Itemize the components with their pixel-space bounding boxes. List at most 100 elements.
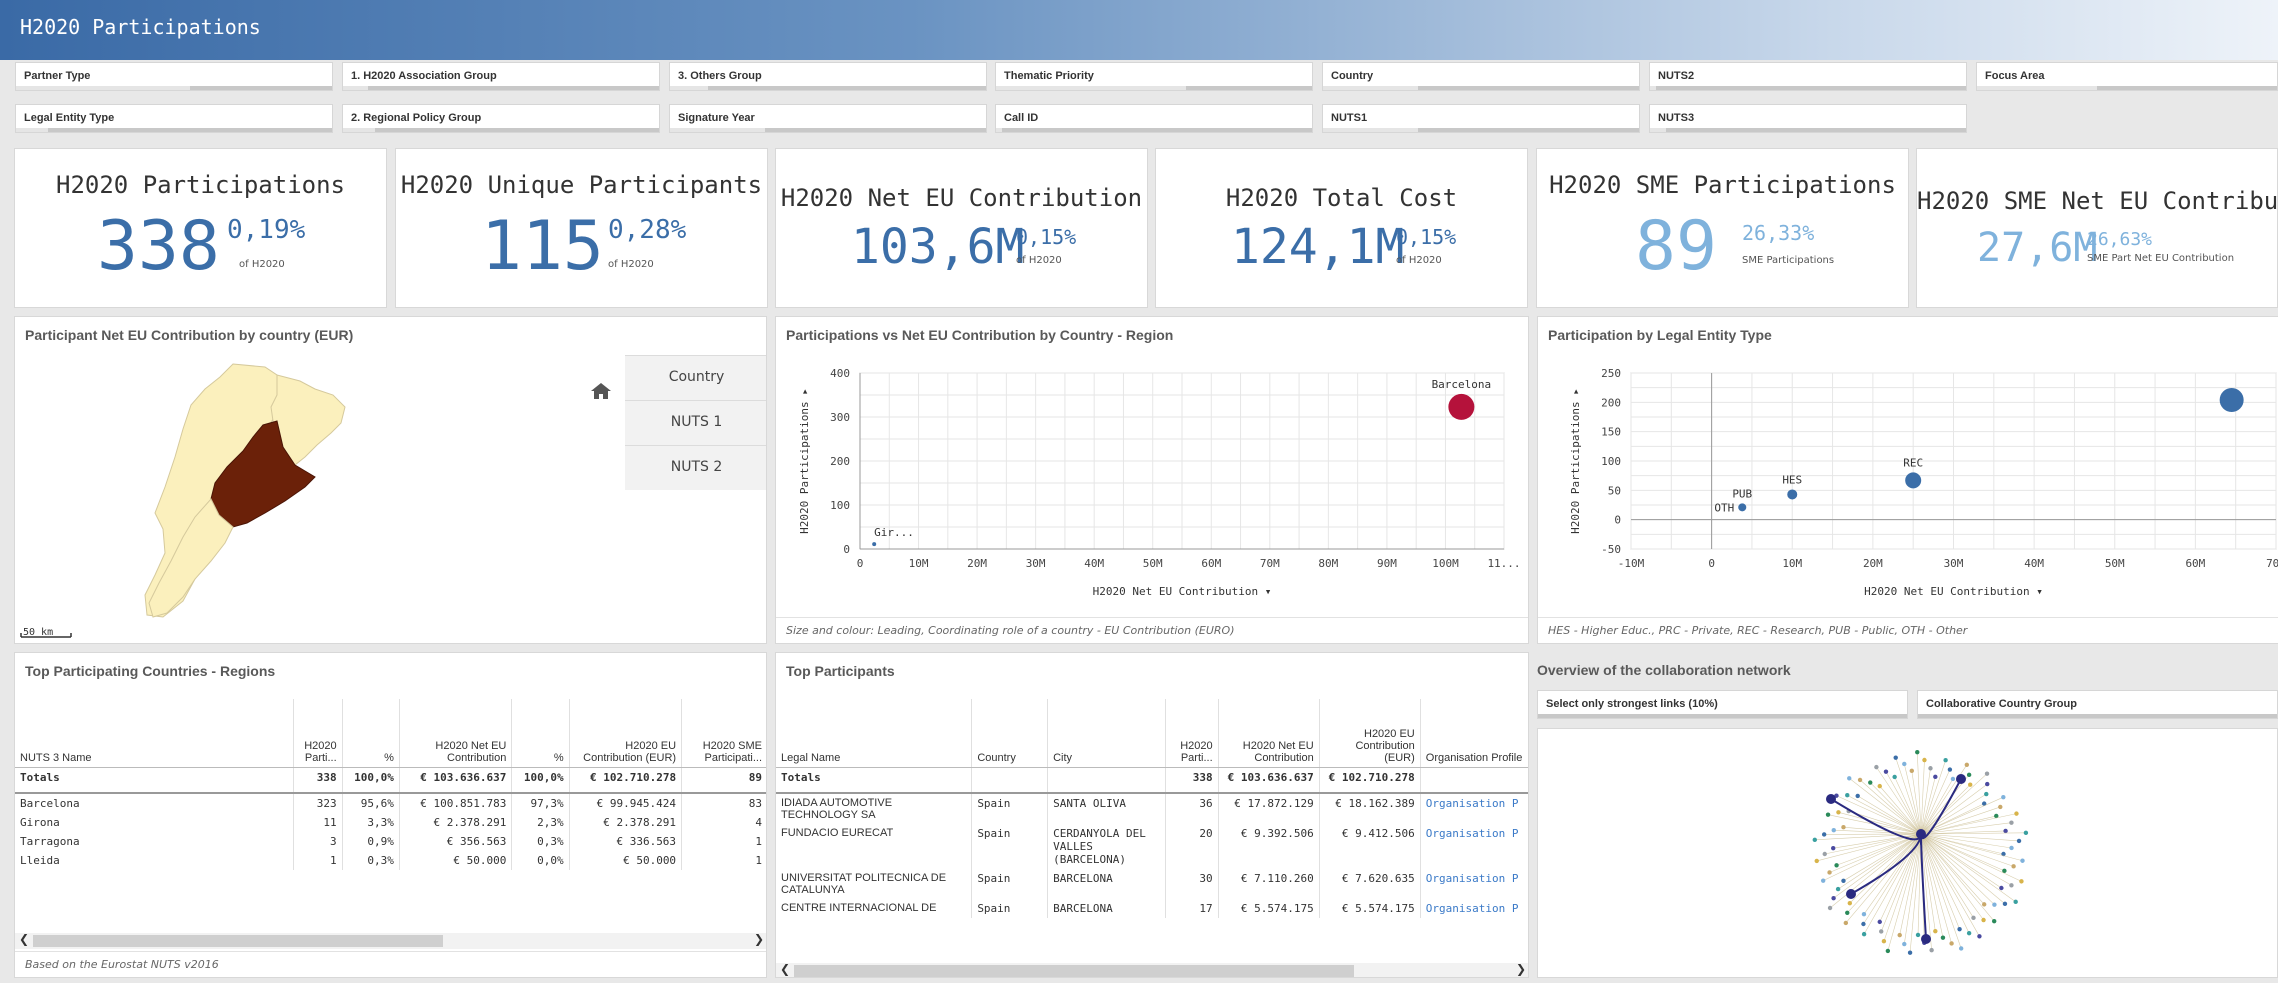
filter-signature-year[interactable]: Signature Year [669, 104, 987, 133]
network-node [1992, 902, 1996, 906]
strongest-links-filter[interactable]: Select only strongest links (10%) [1537, 690, 1908, 719]
filter-thematic-priority[interactable]: Thematic Priority [995, 62, 1313, 91]
scroll-left-icon[interactable]: ❮ [780, 962, 790, 976]
kpi-card-h2020-sme-net-eu-contribution: H2020 SME Net EU Contribution27,6M26,63%… [1916, 148, 2278, 308]
horizontal-scrollbar[interactable]: ❮ ❯ [776, 963, 1529, 978]
network-node [1868, 780, 1872, 784]
x-tick-label: 70M [1260, 557, 1280, 570]
map-level-nuts-1[interactable]: NUTS 1 [625, 400, 767, 445]
table-cell: 3 [293, 832, 342, 851]
table-cell: € 356.563 [399, 832, 511, 851]
collab-country-group-filter[interactable]: Collaborative Country Group [1917, 690, 2278, 719]
data-point [1448, 394, 1474, 420]
organisation-profile-link[interactable]: Organisation P [1420, 793, 1529, 824]
horizontal-scrollbar[interactable]: ❮ ❯ [15, 933, 767, 949]
totals-cell: € 102.710.278 [1319, 767, 1420, 793]
home-icon[interactable] [591, 383, 611, 399]
network-edge [1921, 794, 1986, 834]
table-cell: Lleida [15, 851, 293, 870]
network-node [1886, 949, 1890, 953]
filter-2-regional-policy-group[interactable]: 2. Regional Policy Group [342, 104, 660, 133]
table-cell: 11 [293, 813, 342, 832]
scrollbar-thumb[interactable] [33, 935, 443, 947]
filter-1-h2020-association-group[interactable]: 1. H2020 Association Group [342, 62, 660, 91]
table-row[interactable]: CENTRE INTERNACIONAL DESpainBARCELONA17€… [776, 899, 1529, 918]
network-node [1949, 941, 1953, 945]
filter-nuts3[interactable]: NUTS3 [1649, 104, 1967, 133]
column-header[interactable]: H2020 Net EU Contribution [1218, 699, 1319, 767]
column-header[interactable]: H2020 EU Contribution (EUR) [1319, 699, 1420, 767]
column-header[interactable]: NUTS 3 Name [15, 699, 293, 767]
network-node [1967, 773, 1971, 777]
x-tick-label: 50M [1143, 557, 1163, 570]
filter-legal-entity-type[interactable]: Legal Entity Type [15, 104, 333, 133]
network-canvas[interactable] [1537, 728, 2278, 978]
column-header[interactable]: Organisation Profile [1420, 699, 1529, 767]
column-header[interactable]: Legal Name [776, 699, 972, 767]
kpi-title: H2020 Net EU Contribution [776, 184, 1147, 212]
column-header[interactable]: H2020 Parti... [1166, 699, 1219, 767]
network-node [2009, 883, 2013, 887]
x-tick-label: 100M [1432, 557, 1459, 570]
table-row[interactable]: Tarragona30,9%€ 356.5630,3%€ 336.5631 [15, 832, 767, 851]
point-label: PUB [1732, 487, 1752, 500]
network-node [1878, 784, 1882, 788]
kpi-value: 103,6M [851, 219, 1024, 275]
filter-label: Select only strongest links (10%) [1546, 698, 1718, 710]
map-level-nuts-2[interactable]: NUTS 2 [625, 445, 767, 490]
table-cell: 4 [682, 813, 767, 832]
filter-call-id[interactable]: Call ID [995, 104, 1313, 133]
scrollbar-thumb[interactable] [794, 965, 1354, 977]
map-level-country[interactable]: Country [625, 355, 767, 400]
column-header[interactable]: City [1048, 699, 1166, 767]
totals-row: Totals338€ 103.636.637€ 102.710.278 [776, 767, 1529, 793]
table-row[interactable]: FUNDACIO EURECATSpainCERDANYOLA DEL VALL… [776, 824, 1529, 869]
table-cell: € 17.872.129 [1218, 793, 1319, 824]
column-header[interactable]: Country [972, 699, 1048, 767]
filter-nuts1[interactable]: NUTS1 [1322, 104, 1640, 133]
column-header[interactable]: % [342, 699, 399, 767]
column-header[interactable]: H2020 Net EU Contribution [399, 699, 511, 767]
column-header[interactable]: H2020 SME Participati... [682, 699, 767, 767]
data-point [1905, 472, 1921, 488]
network-node [1968, 782, 1972, 786]
column-header[interactable]: H2020 Parti... [293, 699, 342, 767]
network-node [1998, 805, 2002, 809]
network-node [1821, 878, 1825, 882]
filter-partner-type[interactable]: Partner Type [15, 62, 333, 91]
scroll-right-icon[interactable]: ❯ [1516, 962, 1526, 976]
filter-country[interactable]: Country [1322, 62, 1640, 91]
network-graph[interactable] [1538, 729, 2278, 979]
scatter1-svg[interactable]: 010M20M30M40M50M60M70M80M90M100M11...010… [776, 317, 1529, 619]
point-label: Barcelona [1432, 378, 1492, 391]
table-row[interactable]: Girona113,3%€ 2.378.2912,3%€ 2.378.2914 [15, 813, 767, 832]
column-header[interactable]: % [512, 699, 569, 767]
filter-label: NUTS2 [1658, 70, 1694, 82]
filter-3-others-group[interactable]: 3. Others Group [669, 62, 987, 91]
top-countries-footer: Based on the Eurostat NUTS v2016 [15, 951, 766, 977]
scatter2-svg[interactable]: -10M010M20M30M40M50M60M70M-5005010015020… [1538, 317, 2278, 619]
filter-nuts2[interactable]: NUTS2 [1649, 62, 1967, 91]
organisation-profile-link[interactable]: Organisation P [1420, 869, 1529, 899]
totals-cell: € 103.636.637 [399, 767, 511, 793]
y-tick-label: 0 [843, 543, 850, 556]
data-point [872, 542, 876, 546]
network-node [1861, 922, 1865, 926]
point-label: REC [1903, 456, 1923, 469]
organisation-profile-link[interactable]: Organisation P [1420, 899, 1529, 918]
scroll-right-icon[interactable]: ❯ [754, 932, 764, 946]
table-row[interactable]: Lleida10,3%€ 50.0000,0%€ 50.0001 [15, 851, 767, 870]
x-tick-label: 50M [2105, 557, 2125, 570]
table-cell: € 7.110.260 [1218, 869, 1319, 899]
table-row[interactable]: Barcelona32395,6%€ 100.851.78397,3%€ 99.… [15, 793, 767, 813]
network-node [1826, 812, 1830, 816]
filter-focus-area[interactable]: Focus Area [1976, 62, 2278, 91]
scroll-left-icon[interactable]: ❮ [19, 932, 29, 946]
totals-row: Totals338100,0%€ 103.636.637100,0%€ 102.… [15, 767, 767, 793]
column-header[interactable]: H2020 EU Contribution (EUR) [569, 699, 681, 767]
table-row[interactable]: IDIADA AUTOMOTIVE TECHNOLOGY SASpainSANT… [776, 793, 1529, 824]
organisation-profile-link[interactable]: Organisation P [1420, 824, 1529, 869]
table-cell: BARCELONA [1048, 869, 1166, 899]
network-node [1985, 782, 1989, 786]
table-row[interactable]: UNIVERSITAT POLITECNICA DE CATALUNYASpai… [776, 869, 1529, 899]
